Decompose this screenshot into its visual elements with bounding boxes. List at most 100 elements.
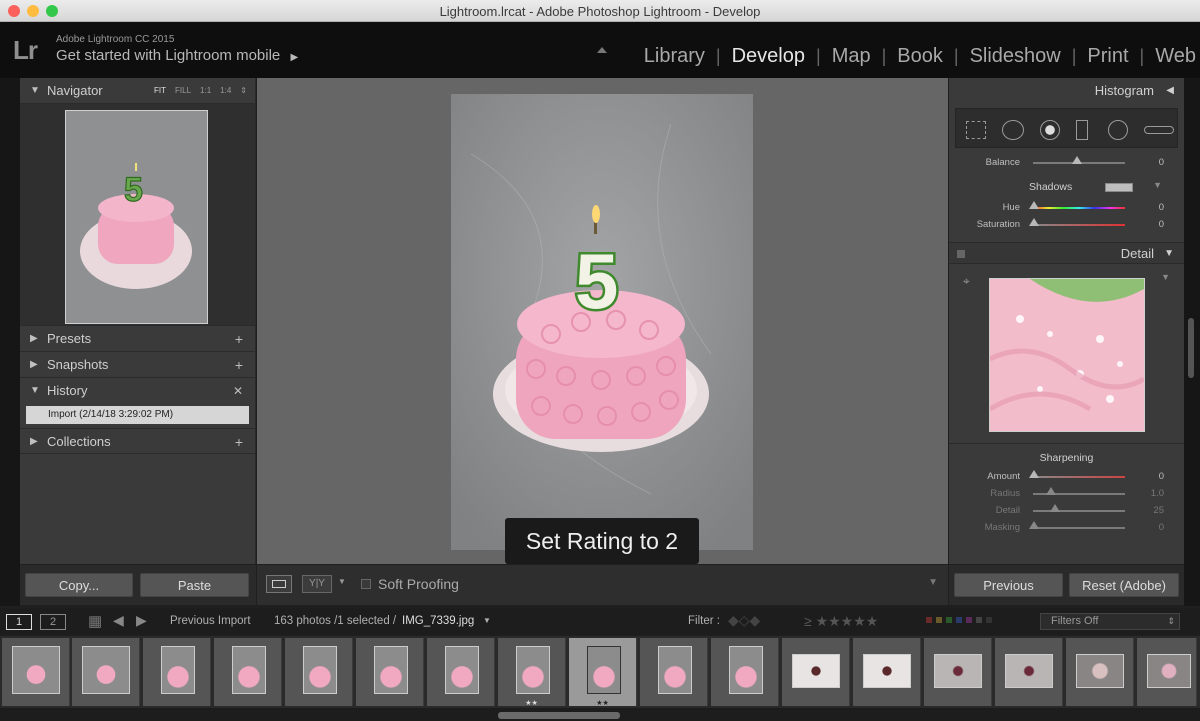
radius-slider[interactable]: Radius 1.0: [949, 485, 1184, 502]
detail-header[interactable]: Detail ▼: [949, 242, 1184, 264]
forward-arrow-icon[interactable]: ▶: [136, 612, 147, 629]
filmstrip-scroll-thumb[interactable]: [498, 712, 620, 719]
paste-button[interactable]: Paste: [140, 573, 249, 597]
module-web[interactable]: Web: [1155, 45, 1196, 68]
filmstrip-thumbnail-selected[interactable]: ★★: [569, 638, 637, 707]
navigator-preview[interactable]: 5: [20, 104, 255, 326]
adjustment-brush-icon[interactable]: [1144, 126, 1174, 134]
spot-removal-icon[interactable]: [1002, 120, 1024, 140]
before-after-dropdown-icon[interactable]: ▼: [338, 577, 346, 586]
image-view[interactable]: 5 Set Rating to 2: [257, 78, 948, 564]
crop-tool-icon[interactable]: [966, 121, 986, 139]
purple-filter-swatch[interactable]: [966, 617, 972, 623]
filmstrip-thumbnail[interactable]: [72, 638, 140, 706]
loupe-view-button[interactable]: [266, 575, 292, 593]
masking-slider[interactable]: Masking 0: [949, 519, 1184, 536]
saturation-slider[interactable]: Saturation 0: [949, 216, 1184, 233]
filmstrip-thumbnail[interactable]: [143, 638, 211, 706]
balance-slider[interactable]: Balance 0: [949, 154, 1184, 171]
collapse-top-panel-icon[interactable]: [597, 47, 607, 53]
add-collection-icon[interactable]: +: [235, 429, 243, 455]
navigator-thumbnail[interactable]: 5: [65, 110, 208, 324]
filmstrip-thumbnail[interactable]: [356, 638, 424, 706]
right-panel-scrollbar[interactable]: [1188, 318, 1194, 378]
green-filter-swatch[interactable]: [946, 617, 952, 623]
masking-knob[interactable]: [1029, 521, 1039, 529]
detail-slider[interactable]: Detail 25: [949, 502, 1184, 519]
module-book[interactable]: Book: [897, 45, 943, 68]
filmstrip-thumbnail[interactable]: [427, 638, 495, 706]
filmstrip-thumbnail[interactable]: [995, 638, 1063, 706]
radius-knob[interactable]: [1046, 487, 1056, 495]
previous-button[interactable]: Previous: [954, 573, 1063, 597]
history-item[interactable]: Import (2/14/18 3:29:02 PM): [26, 406, 249, 424]
yellow-filter-swatch[interactable]: [936, 617, 942, 623]
filmstrip-thumbnail[interactable]: [711, 638, 779, 706]
blue-filter-swatch[interactable]: [956, 617, 962, 623]
star-filter-icons[interactable]: ≥ ★★★★★: [804, 613, 878, 630]
none-filter-swatch[interactable]: [986, 617, 992, 623]
clear-history-icon[interactable]: ✕: [233, 378, 243, 404]
filmstrip-thumbnail[interactable]: [782, 638, 850, 706]
filename-dropdown-icon[interactable]: ▼: [483, 616, 491, 625]
filmstrip-thumbnail[interactable]: [853, 638, 921, 706]
graduated-filter-icon[interactable]: [1076, 120, 1088, 140]
color-filter-swatches[interactable]: [926, 617, 992, 623]
left-edge-bar[interactable]: [0, 78, 20, 606]
filters-off-dropdown[interactable]: Filters Off ⇕: [1040, 613, 1180, 630]
history-header[interactable]: ▼ History ✕: [20, 378, 255, 404]
detail-knob[interactable]: [1050, 504, 1060, 512]
red-filter-swatch[interactable]: [926, 617, 932, 623]
filmstrip-thumbnail[interactable]: [1137, 638, 1197, 706]
flag-filter-icons[interactable]: ◆◇◆: [728, 612, 760, 629]
shadows-color-swatch[interactable]: [1105, 183, 1133, 192]
mobile-link[interactable]: Get started with Lightroom mobile ▶: [56, 47, 298, 64]
filmstrip-thumbnail[interactable]: [1066, 638, 1134, 706]
second-window-button[interactable]: 2: [40, 614, 66, 630]
navigator-header[interactable]: ▼ Navigator FIT FILL 1:1 1:4 ⇕: [20, 78, 255, 104]
filmstrip-thumbnail[interactable]: [214, 638, 282, 706]
presets-header[interactable]: ▶ Presets +: [20, 326, 255, 352]
snapshots-header[interactable]: ▶ Snapshots +: [20, 352, 255, 378]
add-preset-icon[interactable]: +: [235, 326, 243, 352]
reset-button[interactable]: Reset (Adobe): [1069, 573, 1179, 597]
filmstrip-thumbnail[interactable]: [2, 638, 70, 706]
amount-slider[interactable]: Amount 0: [949, 468, 1184, 485]
zoom-fill[interactable]: FILL: [175, 78, 191, 104]
detail-toggle-switch[interactable]: [957, 250, 965, 258]
detail-dropdown-icon[interactable]: ▼: [1161, 272, 1170, 282]
target-icon[interactable]: ⌖: [963, 274, 970, 289]
source-label[interactable]: Previous Import: [170, 615, 251, 627]
filmstrip-thumbnail[interactable]: [640, 638, 708, 706]
filmstrip-thumbnail[interactable]: [924, 638, 992, 706]
add-snapshot-icon[interactable]: +: [235, 352, 243, 378]
red-eye-icon[interactable]: [1040, 120, 1060, 140]
main-window-button[interactable]: 1: [6, 614, 32, 630]
detail-zoom-image[interactable]: [988, 278, 1146, 432]
filmstrip-thumbnail[interactable]: ★★: [498, 638, 566, 707]
collections-header[interactable]: ▶ Collections +: [20, 428, 255, 454]
zoom-stepper-icon[interactable]: ⇕: [240, 78, 247, 104]
soft-proofing-checkbox[interactable]: [361, 579, 371, 589]
filename-label[interactable]: IMG_7339.jpg: [402, 615, 474, 627]
module-print[interactable]: Print: [1087, 45, 1128, 68]
gray-filter-swatch[interactable]: [976, 617, 982, 623]
zoom-1-4[interactable]: 1:4: [220, 78, 231, 104]
back-arrow-icon[interactable]: ◀: [113, 612, 124, 629]
histogram-header[interactable]: Histogram ◀: [949, 78, 1184, 104]
grid-view-icon[interactable]: ▦: [88, 612, 102, 630]
module-library[interactable]: Library: [644, 45, 705, 68]
module-slideshow[interactable]: Slideshow: [970, 45, 1061, 68]
before-after-button[interactable]: Y|Y: [302, 575, 332, 593]
shadows-dropdown-icon[interactable]: ▼: [1153, 180, 1162, 190]
module-map[interactable]: Map: [832, 45, 871, 68]
right-edge-bar[interactable]: [1184, 78, 1200, 606]
radial-filter-icon[interactable]: [1108, 120, 1128, 140]
saturation-knob[interactable]: [1029, 218, 1039, 226]
hue-slider[interactable]: Hue 0: [949, 199, 1184, 216]
toolbar-menu-icon[interactable]: ▼: [928, 577, 938, 588]
amount-knob[interactable]: [1029, 470, 1039, 478]
zoom-fit[interactable]: FIT: [154, 78, 166, 104]
module-develop[interactable]: Develop: [732, 45, 805, 68]
zoom-1-1[interactable]: 1:1: [200, 78, 211, 104]
